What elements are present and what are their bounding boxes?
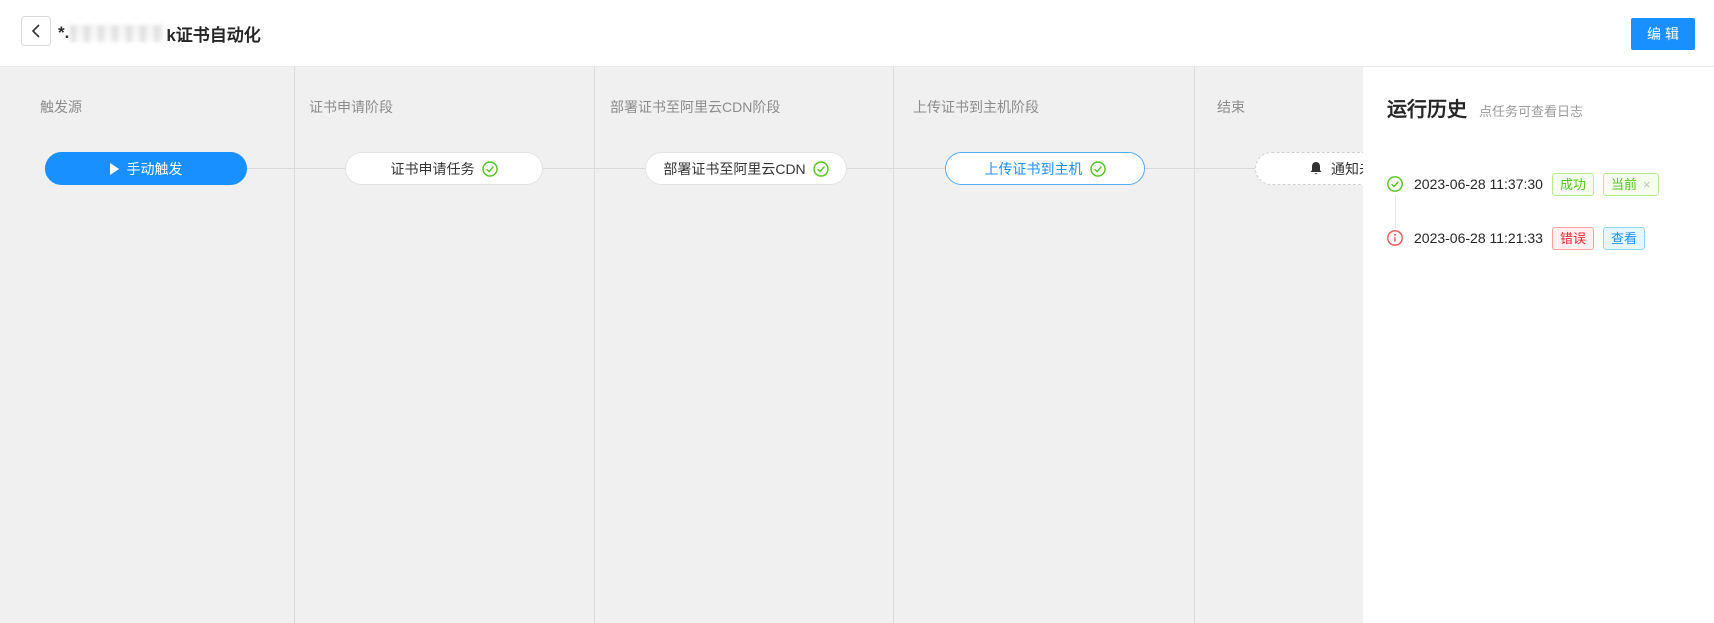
check-circle-icon xyxy=(1090,161,1106,177)
column-label: 上传证书到主机阶段 xyxy=(913,97,1039,117)
info-circle-icon xyxy=(1387,230,1403,246)
run-history-panel: 运行历史 点任务可查看日志 2023-06-28 11:37:30 成功 当前 … xyxy=(1363,67,1714,623)
close-icon[interactable]: × xyxy=(1643,178,1651,191)
node-cert-apply-task[interactable]: 证书申请任务 xyxy=(345,152,543,185)
column-label: 触发源 xyxy=(40,97,82,117)
play-icon xyxy=(110,163,119,175)
connector-line xyxy=(847,168,945,169)
column-label: 部署证书至阿里云CDN阶段 xyxy=(610,97,780,117)
title-suffix: k证书自动化 xyxy=(166,21,260,46)
chevron-left-icon xyxy=(30,24,42,38)
redacted-domain xyxy=(70,25,165,42)
bell-icon xyxy=(1309,161,1323,176)
connector-line xyxy=(1145,168,1255,169)
view-button[interactable]: 查看 xyxy=(1603,227,1645,250)
page-title: *. k证书自动化 xyxy=(58,21,261,45)
title-prefix: *. xyxy=(58,23,69,43)
run-timestamp: 2023-06-28 11:37:30 xyxy=(1414,176,1543,192)
node-label: 手动触发 xyxy=(127,159,183,179)
node-label: 部署证书至阿里云CDN xyxy=(663,159,805,179)
check-circle-icon xyxy=(482,161,498,177)
run-history-header: 运行历史 点任务可查看日志 xyxy=(1387,93,1583,122)
connector-line xyxy=(543,168,645,169)
edit-button[interactable]: 编辑 xyxy=(1631,18,1695,50)
certificate-automation-page: *. k证书自动化 编辑 触发源 证书申请阶段 部署证书至阿里云CDN阶段 上传… xyxy=(0,0,1714,623)
back-button[interactable] xyxy=(21,16,51,46)
node-label: 上传证书到主机 xyxy=(985,159,1083,179)
current-badge: 当前 × xyxy=(1603,173,1659,196)
run-history-title: 运行历史 xyxy=(1387,93,1467,122)
node-label: 证书申请任务 xyxy=(391,159,475,179)
node-manual-trigger[interactable]: 手动触发 xyxy=(45,152,247,185)
connector-line xyxy=(247,168,345,169)
run-item[interactable]: 2023-06-28 11:37:30 成功 当前 × xyxy=(1387,172,1704,196)
run-timestamp: 2023-06-28 11:21:33 xyxy=(1414,230,1543,246)
column-label: 证书申请阶段 xyxy=(309,97,393,117)
page-header: *. k证书自动化 编辑 xyxy=(0,0,1714,67)
column-deploy-cdn: 部署证书至阿里云CDN阶段 xyxy=(595,67,894,623)
column-cert-apply: 证书申请阶段 xyxy=(295,67,595,623)
run-item[interactable]: 2023-06-28 11:21:33 错误 查看 xyxy=(1387,226,1704,250)
run-history-hint: 点任务可查看日志 xyxy=(1479,101,1583,120)
run-history-list: 2023-06-28 11:37:30 成功 当前 × xyxy=(1387,172,1704,280)
status-badge: 成功 xyxy=(1552,173,1594,196)
check-circle-icon xyxy=(1387,176,1403,192)
column-label: 结束 xyxy=(1217,97,1245,117)
status-badge: 错误 xyxy=(1552,227,1594,250)
column-upload-host: 上传证书到主机阶段 xyxy=(894,67,1195,623)
node-deploy-cdn-task[interactable]: 部署证书至阿里云CDN xyxy=(645,152,847,185)
timeline-connector xyxy=(1395,195,1396,228)
check-circle-icon xyxy=(813,161,829,177)
column-trigger: 触发源 xyxy=(0,67,295,623)
node-upload-host-task[interactable]: 上传证书到主机 xyxy=(945,152,1145,185)
